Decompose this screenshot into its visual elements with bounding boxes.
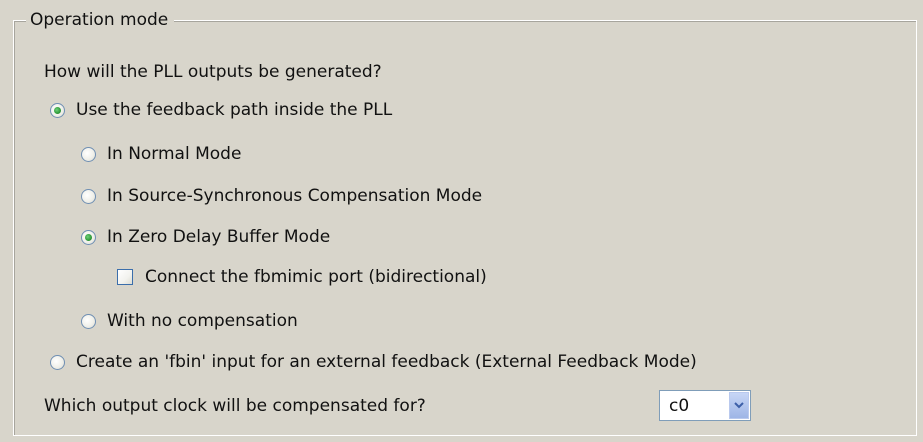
radio-no-compensation[interactable]: With no compensation	[81, 310, 298, 332]
radio-label: With no compensation	[107, 311, 298, 331]
radio-label: In Zero Delay Buffer Mode	[107, 227, 331, 247]
radio-unselected-icon	[50, 354, 65, 370]
radio-unselected-icon	[81, 188, 96, 204]
radio-label: In Normal Mode	[107, 144, 242, 164]
radio-label: Create an 'fbin' input for an external f…	[76, 352, 697, 372]
radio-selected-icon	[81, 229, 96, 245]
radio-unselected-icon	[81, 313, 96, 329]
radio-unselected-icon	[81, 146, 96, 162]
radio-normal-mode[interactable]: In Normal Mode	[81, 143, 241, 165]
radio-external-feedback[interactable]: Create an 'fbin' input for an external f…	[50, 351, 697, 373]
pll-output-question: How will the PLL outputs be generated?	[44, 62, 382, 82]
checkbox-label: Connect the fbmimic port (bidirectional)	[145, 267, 487, 287]
radio-label: Use the feedback path inside the PLL	[76, 100, 393, 120]
compensated-clock-question: Which output clock will be compensated f…	[44, 396, 426, 416]
radio-feedback-inside[interactable]: Use the feedback path inside the PLL	[50, 99, 392, 121]
group-title: Operation mode	[26, 10, 175, 30]
radio-zero-delay-buffer[interactable]: In Zero Delay Buffer Mode	[81, 226, 330, 248]
checkbox-fbmimic[interactable]: Connect the fbmimic port (bidirectional)	[117, 266, 487, 288]
clock-select-value: c0	[669, 395, 690, 416]
radio-selected-icon	[50, 102, 65, 118]
clock-select-dropdown[interactable]: c0	[659, 390, 751, 421]
radio-label: In Source-Synchronous Compensation Mode	[107, 186, 483, 206]
chevron-down-icon[interactable]	[729, 392, 749, 419]
checkbox-icon	[117, 269, 133, 285]
radio-source-synchronous[interactable]: In Source-Synchronous Compensation Mode	[81, 185, 482, 207]
